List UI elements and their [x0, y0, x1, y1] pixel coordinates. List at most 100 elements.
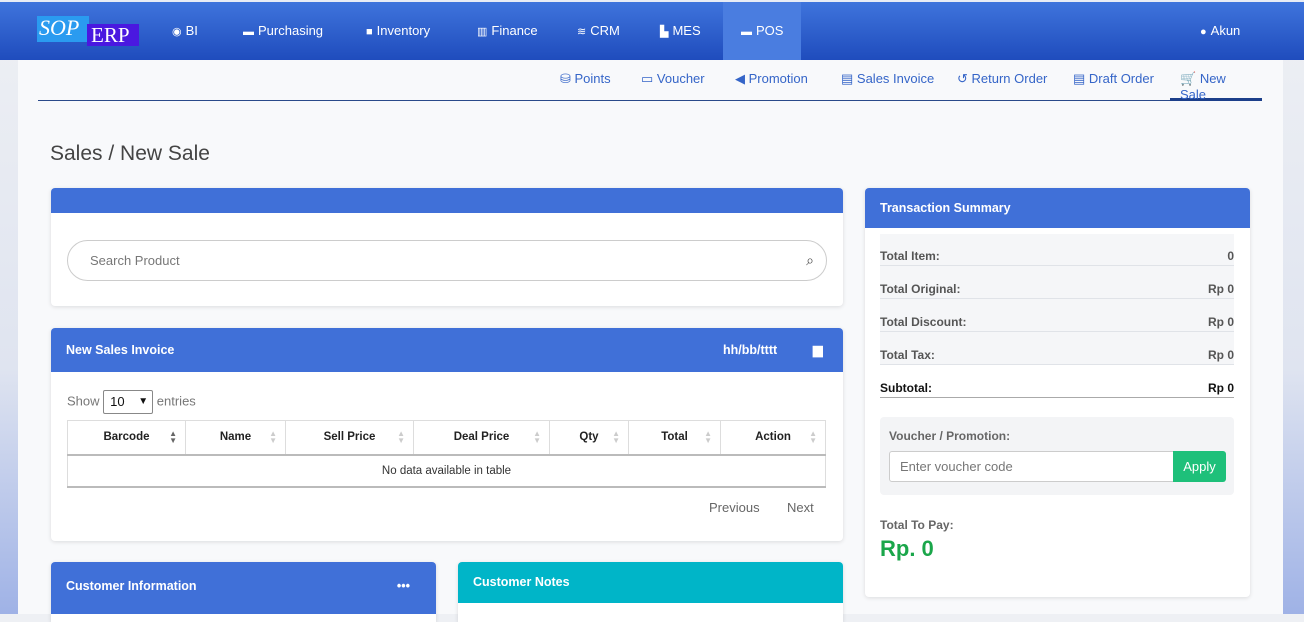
row-value: Rp 0: [1207, 348, 1234, 362]
logo-sop: SOP: [37, 16, 89, 42]
summary-row-total-tax: Total Tax: Rp 0: [880, 332, 1234, 365]
summary-row-total-discount: Total Discount: Rp 0: [880, 299, 1234, 332]
col-action[interactable]: Action ▲ ▼: [720, 420, 826, 456]
subnav-label: Sales Invoice: [856, 71, 935, 86]
col-label: Total: [661, 431, 688, 444]
logo[interactable]: SOP ERP: [37, 16, 140, 46]
page-size-value: 10: [110, 394, 125, 409]
col-sell-price[interactable]: Sell Price ▲ ▼: [285, 420, 414, 456]
subnav-promotion[interactable]: ◀ Promotion: [735, 71, 808, 87]
nav-label: Finance: [491, 23, 538, 38]
sort-icon: ▲ ▼: [533, 429, 541, 445]
subnav-new-sale[interactable]: 🛒 New Sale: [1170, 71, 1262, 102]
nav-pos[interactable]: ▬ POS: [723, 2, 802, 60]
subnav-sales-invoice[interactable]: ▤ Sales Invoice: [841, 71, 934, 87]
nav-inventory[interactable]: ■ Inventory: [366, 2, 430, 60]
show-label: Show: [67, 393, 100, 409]
invoice-title: New Sales Invoice: [66, 343, 175, 357]
invoice-card: New Sales Invoice hh/bb/tttt ▆ Show 10 ▼…: [51, 328, 843, 541]
subnav-draft-order[interactable]: ▤ Draft Order: [1073, 71, 1154, 87]
nav-label: POS: [756, 23, 784, 38]
search-icon[interactable]: ⌕: [806, 241, 814, 280]
voucher-placeholder: Enter voucher code: [900, 459, 1013, 474]
nav-purchasing[interactable]: ▬ Purchasing: [243, 2, 323, 60]
nav-label: Purchasing: [258, 23, 324, 38]
invoice-header: New Sales Invoice hh/bb/tttt ▆: [51, 328, 843, 372]
col-label: Deal Price: [453, 431, 510, 444]
invoice-date-input[interactable]: hh/bb/tttt: [723, 328, 777, 372]
customer-notes-card: Customer Notes: [458, 562, 843, 622]
col-label: Qty: [579, 431, 599, 444]
customer-info-header: Customer Information •••: [51, 562, 436, 614]
subnav-label: Points: [574, 71, 611, 86]
subnav-label: Return Order: [971, 71, 1048, 86]
subnav-label: Voucher: [656, 71, 705, 86]
nav-label: MES: [672, 23, 701, 38]
sort-icon: ▲ ▼: [704, 429, 712, 445]
nav-crm[interactable]: ≋ CRM: [577, 2, 620, 60]
col-qty[interactable]: Qty ▲ ▼: [549, 420, 629, 456]
pos-subnav: ⛁ Points ▭ Voucher ◀ Promotion ▤ Sales I…: [38, 60, 1262, 102]
page-size-control: Show 10 ▼ entries: [67, 390, 196, 414]
account-menu[interactable]: ● Akun: [1200, 2, 1240, 60]
summary-row-total-original: Total Original: Rp 0: [880, 266, 1234, 299]
search-placeholder: Search Product: [90, 253, 180, 268]
sort-icon: ▲ ▼: [397, 429, 405, 445]
col-label: Action: [755, 431, 791, 444]
sort-icon: ▲ ▼: [169, 429, 177, 445]
col-name[interactable]: Name ▲ ▼: [185, 420, 286, 456]
page-size-select[interactable]: 10 ▼: [103, 390, 154, 414]
nav-mes[interactable]: ▙ MES: [660, 2, 701, 60]
invoice-table: Barcode ▲ ▼ Name ▲ ▼ Sell Price ▲ ▼ Deal Price…: [67, 420, 826, 488]
industry-icon: ▙: [660, 26, 669, 38]
chevron-down-icon: ▼: [138, 396, 149, 407]
search-product-input[interactable]: Search Product ⌕: [67, 240, 827, 281]
empty-table-message: No data available in table: [67, 454, 826, 488]
row-label: Subtotal:: [880, 381, 932, 395]
subnav-voucher[interactable]: ▭ Voucher: [641, 71, 705, 87]
total-to-pay-label: Total To Pay:: [880, 518, 954, 532]
calendar-icon[interactable]: ▆: [813, 328, 823, 372]
col-total[interactable]: Total ▲ ▼: [628, 420, 721, 456]
nav-label: BI: [185, 23, 198, 38]
entries-label: entries: [156, 393, 196, 409]
nav-label: CRM: [590, 23, 620, 38]
row-value: 0: [1227, 249, 1234, 263]
summary-rows: Total Item: 0 Total Original: Rp 0 Total D…: [880, 234, 1234, 398]
nav-label: Inventory: [376, 23, 431, 38]
col-deal-price[interactable]: Deal Price ▲ ▼: [413, 420, 550, 456]
subnav-points[interactable]: ⛁ Points: [560, 71, 611, 87]
customer-notes-header: Customer Notes: [458, 562, 843, 603]
page-title: Sales / New Sale: [50, 142, 210, 165]
row-value: Rp 0: [1207, 315, 1234, 329]
search-card-header: [51, 188, 843, 213]
customer-info-title: Customer Information: [66, 579, 197, 593]
summary-row-subtotal: Subtotal: Rp 0: [880, 365, 1234, 398]
subnav-label: New Sale: [1180, 71, 1226, 102]
row-label: Total Tax:: [880, 348, 935, 362]
customer-notes-title: Customer Notes: [473, 575, 570, 589]
more-icon[interactable]: •••: [397, 562, 410, 610]
row-label: Total Discount:: [880, 315, 967, 329]
nav-finance[interactable]: ▥ Finance: [477, 2, 538, 60]
user-icon: ●: [1200, 26, 1207, 38]
row-label: Total Original:: [880, 282, 961, 296]
subnav-label: Draft Order: [1088, 71, 1154, 86]
col-label: Sell Price: [323, 431, 376, 444]
subnav-return-order[interactable]: ↺ Return Order: [957, 71, 1047, 87]
row-label: Total Item:: [880, 249, 940, 263]
summary-row-total-item: Total Item: 0: [880, 234, 1234, 266]
col-barcode[interactable]: Barcode ▲ ▼: [67, 420, 186, 456]
previous-button[interactable]: Previous: [709, 500, 760, 515]
next-button[interactable]: Next: [787, 500, 814, 515]
voucher-code-input[interactable]: Enter voucher code: [889, 451, 1174, 482]
main-content: ⛁ Points ▭ Voucher ◀ Promotion ▤ Sales I…: [18, 60, 1283, 622]
nav-bi[interactable]: ◉ BI: [172, 2, 198, 60]
col-label: Barcode: [103, 431, 150, 444]
voucher-label: Voucher / Promotion:: [889, 429, 1011, 443]
store-icon: ▬: [243, 26, 254, 38]
subnav-label: Promotion: [748, 71, 808, 86]
apply-button[interactable]: Apply: [1173, 451, 1226, 482]
sort-icon: ▲ ▼: [612, 429, 620, 445]
row-value: Rp 0: [1207, 282, 1234, 296]
